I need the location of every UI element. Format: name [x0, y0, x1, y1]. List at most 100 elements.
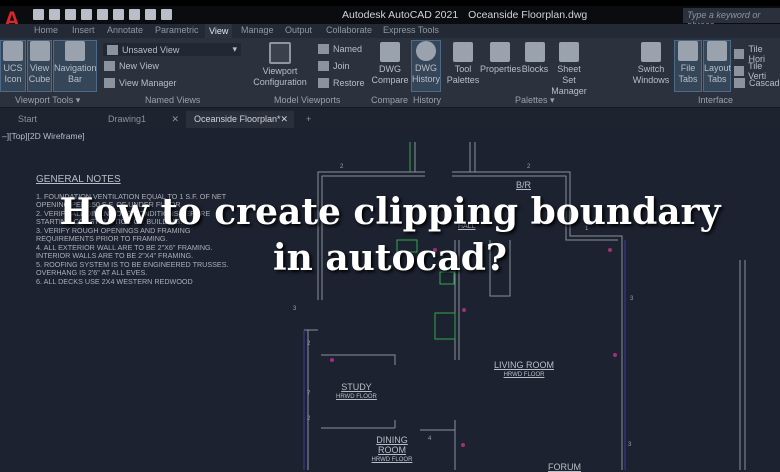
label: FORUM — [548, 462, 581, 472]
group-viewport-tools[interactable]: Viewport Tools ▾ — [15, 95, 80, 106]
group-palettes[interactable]: Palettes ▾ — [515, 95, 555, 106]
svg-text:4: 4 — [428, 436, 432, 442]
tab-express-tools[interactable]: Express Tools — [383, 25, 439, 35]
new-tab-button[interactable]: + — [298, 111, 319, 128]
title-bar: A Autodesk AutoCAD 2021 Oceanside Floorpl… — [0, 0, 780, 31]
label: Properties — [480, 64, 522, 74]
ucs-axes-icon — [3, 41, 23, 61]
label: Switch Windows — [632, 64, 670, 85]
compare-icon — [380, 42, 400, 62]
save-as-icon[interactable] — [81, 9, 92, 20]
label: Viewport Configuration — [253, 66, 307, 87]
label: Named — [333, 44, 363, 54]
tab-annotate[interactable]: Annotate — [107, 25, 143, 35]
named-viewports-button[interactable]: Named — [318, 44, 362, 54]
cascade-icon — [734, 78, 745, 88]
label: B/R — [516, 180, 532, 190]
svg-text:3: 3 — [628, 442, 632, 448]
cascade-button[interactable]: Cascade — [734, 78, 780, 88]
file-tabs-icon — [678, 41, 698, 61]
undo-icon[interactable] — [145, 9, 156, 20]
named-view-dropdown[interactable]: Unsaved View ▾ — [103, 43, 241, 56]
tab-drawing1[interactable]: Drawing1 ✕ — [100, 111, 185, 128]
window-title: Autodesk AutoCAD 2021 Oceanside Floorplan… — [342, 9, 587, 21]
new-icon[interactable] — [33, 9, 44, 20]
blocks-button[interactable]: Blocks — [521, 42, 549, 75]
room-label-forum: FORUM — [548, 462, 581, 472]
file-tabs-button[interactable]: File Tabs — [674, 40, 702, 92]
viewport-controls[interactable]: –][Top][2D Wireframe] — [2, 131, 85, 141]
navigation-bar-button[interactable]: Navigation Bar — [53, 40, 97, 92]
label: DWG History — [412, 63, 441, 84]
tool-palettes-button[interactable]: Tool Palettes — [446, 42, 480, 86]
tab-manage[interactable]: Manage — [241, 25, 274, 35]
label: Tool Palettes — [446, 64, 480, 85]
view-manager-icon — [104, 78, 115, 88]
label: UCS Icon — [3, 63, 23, 84]
label: Join — [333, 61, 350, 71]
tab-oceanside-floorplan[interactable]: Oceanside Floorplan* ✕ — [186, 111, 294, 128]
tab-parametric[interactable]: Parametric — [155, 25, 199, 35]
room-label-dining: DINING ROOM HRWD FLOOR — [370, 435, 414, 465]
close-icon[interactable]: ✕ — [280, 114, 288, 125]
label: LIVING ROOM — [494, 360, 555, 370]
app-name: Autodesk AutoCAD 2021 — [342, 9, 459, 21]
svg-text:2: 2 — [527, 164, 531, 170]
dwg-history-button[interactable]: DWG History — [411, 40, 441, 92]
close-icon[interactable]: ✕ — [171, 114, 179, 125]
view-cube-button[interactable]: View Cube — [27, 40, 52, 92]
group-interface: Interface — [698, 95, 734, 105]
svg-text:2: 2 — [307, 341, 311, 347]
new-view-button[interactable]: New View — [104, 61, 159, 71]
share-icon[interactable] — [113, 9, 124, 20]
room-label-br: B/R — [516, 180, 531, 190]
label: New View — [119, 61, 159, 71]
join-icon — [318, 61, 329, 71]
tab-home[interactable]: Home — [34, 25, 58, 35]
group-model-viewports: Model Viewports — [274, 95, 341, 105]
layout-tabs-button[interactable]: Layout Tabs — [703, 40, 731, 92]
restore-icon — [318, 78, 329, 88]
chevron-down-icon: ▾ — [232, 44, 237, 54]
redo-icon[interactable] — [161, 9, 172, 20]
label: View Manager — [119, 78, 177, 88]
svg-text:3: 3 — [293, 306, 297, 312]
tab-collaborate[interactable]: Collaborate — [326, 25, 372, 35]
tile-horizontal-icon — [734, 49, 745, 59]
join-button[interactable]: Join — [318, 61, 350, 71]
group-compare: Compare — [371, 95, 409, 105]
dwg-compare-button[interactable]: DWG Compare — [370, 42, 410, 86]
search-input[interactable]: Type a keyword or phrase — [683, 8, 780, 30]
tab-insert[interactable]: Insert — [72, 25, 95, 35]
sheet-set-manager-button[interactable]: Sheet Set Manager — [550, 42, 588, 97]
open-icon[interactable] — [49, 9, 60, 20]
svg-text:7: 7 — [307, 391, 311, 397]
save-icon[interactable] — [65, 9, 76, 20]
label: File Tabs — [678, 63, 698, 84]
floor-label: HRWD FLOOR — [336, 394, 377, 400]
headline-line-1: How to create clipping boundary — [59, 191, 721, 233]
tab-view[interactable]: View — [205, 24, 233, 38]
label: Restore — [333, 78, 365, 88]
blocks-icon — [525, 42, 545, 62]
tab-output[interactable]: Output — [285, 25, 312, 35]
properties-icon — [490, 42, 510, 62]
print-icon[interactable] — [129, 9, 140, 20]
cube-icon — [29, 41, 50, 61]
view-manager-button[interactable]: View Manager — [104, 78, 176, 88]
quick-access-toolbar — [33, 9, 172, 20]
label: Cascade — [749, 78, 780, 88]
label: Sheet Set Manager — [551, 64, 587, 96]
notes-title: GENERAL NOTES — [36, 174, 121, 185]
properties-button[interactable]: Properties — [480, 42, 522, 75]
viewport-configuration-button[interactable]: Viewport Configuration — [252, 42, 308, 88]
tab-start[interactable]: Start — [10, 111, 100, 128]
plot-icon[interactable] — [97, 9, 108, 20]
group-history: History — [413, 95, 442, 105]
svg-text:2: 2 — [340, 164, 344, 170]
restore-button[interactable]: Restore — [318, 78, 365, 88]
switch-windows-button[interactable]: Switch Windows — [630, 42, 672, 86]
windows-icon — [641, 42, 661, 62]
ucs-icon-button[interactable]: UCS Icon — [0, 40, 26, 92]
label: DINING ROOM — [376, 435, 408, 455]
